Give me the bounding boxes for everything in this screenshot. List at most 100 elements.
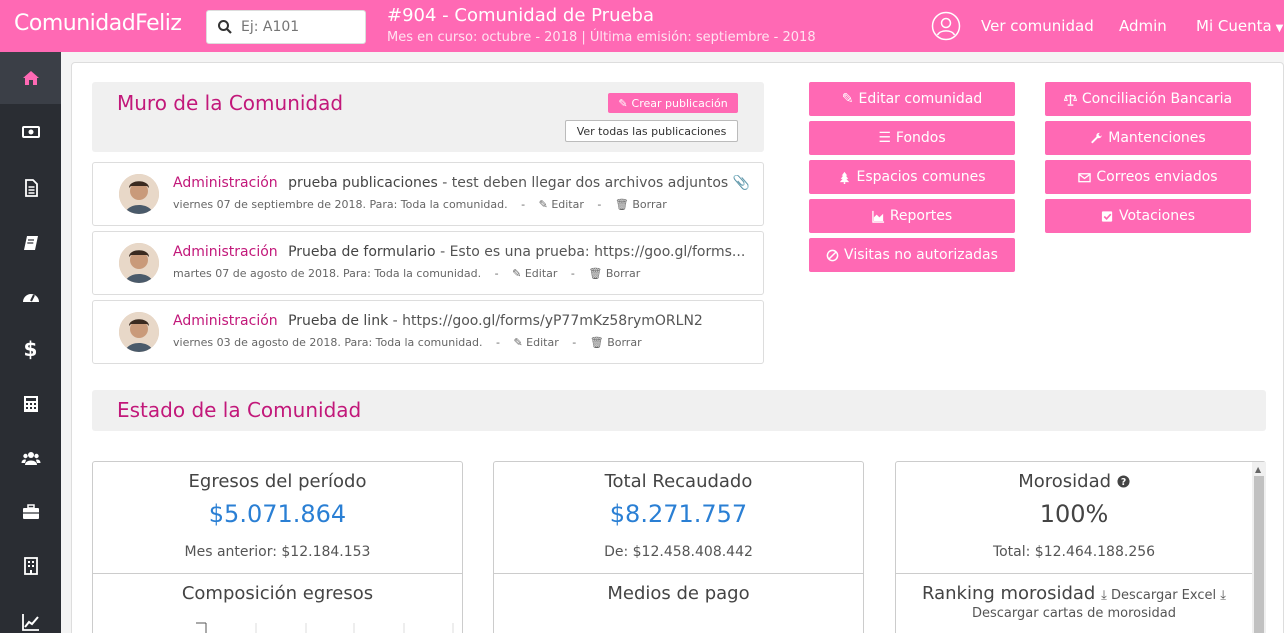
- avatar: [119, 312, 159, 352]
- sidebar-item-book[interactable]: [0, 217, 61, 269]
- reportes-button[interactable]: Reportes: [809, 199, 1015, 233]
- divider: [896, 573, 1252, 574]
- delete-post-label: Borrar: [605, 267, 641, 280]
- post-title[interactable]: Prueba de link: [288, 313, 388, 329]
- post-title[interactable]: prueba publicaciones: [288, 175, 438, 191]
- check-square-icon: [1101, 210, 1113, 222]
- balance-scale-icon: [1063, 93, 1077, 106]
- sidebar-item-money[interactable]: [0, 106, 61, 158]
- nav-ver-comunidad[interactable]: Ver comunidad: [981, 17, 1094, 35]
- mantenciones-button[interactable]: Mantenciones: [1045, 121, 1251, 155]
- espacios-comunes-label: Espacios comunes: [856, 169, 986, 185]
- scrollbar-thumb[interactable]: [1254, 476, 1264, 633]
- fondos-button[interactable]: ☰ Fondos: [809, 121, 1015, 155]
- brand-logo[interactable]: ComunidadFeliz: [14, 11, 182, 36]
- estado-title: Estado de la Comunidad: [117, 398, 362, 422]
- composicion-egresos-label: Composición egresos: [181, 583, 374, 604]
- create-post-button[interactable]: ✎ Crear publicación: [608, 93, 738, 113]
- estado-header: Estado de la Comunidad: [92, 390, 1266, 431]
- ranking-morosidad-label: Ranking morosidad: [921, 583, 1096, 604]
- sidebar-item-stats[interactable]: [0, 596, 61, 633]
- edit-post-label: Editar: [526, 336, 559, 349]
- sidebar-item-dashboard[interactable]: [0, 271, 61, 323]
- post-author[interactable]: Administración: [173, 175, 278, 191]
- morosidad-sub: Total: $12.464.188.256: [992, 544, 1156, 560]
- download-excel-label: Descargar Excel: [1110, 588, 1217, 603]
- sidebar-item-documents[interactable]: [0, 162, 61, 214]
- edit-post-label: Editar: [551, 198, 584, 211]
- visitas-no-autorizadas-button[interactable]: Visitas no autorizadas: [809, 238, 1015, 272]
- list-icon: ☰: [878, 130, 891, 146]
- sidebar-item-home[interactable]: [0, 52, 61, 104]
- edit-post-link[interactable]: ✎ Editar: [539, 198, 584, 211]
- pencil-icon: ✎: [512, 267, 522, 280]
- editar-comunidad-label: Editar comunidad: [858, 91, 983, 107]
- document-icon: [24, 179, 38, 197]
- espacios-comunes-button[interactable]: Espacios comunes: [809, 160, 1015, 194]
- top-bar: ComunidadFeliz #904 - Comunidad de Prueb…: [0, 0, 1284, 52]
- egresos-card: Egresos del período $5.071.864 Mes anter…: [92, 461, 463, 633]
- dashboard-icon: [22, 294, 39, 302]
- community-subtitle: Mes en curso: octubre - 2018 | Última em…: [387, 30, 816, 45]
- sidebar-item-briefcase[interactable]: [0, 486, 61, 538]
- ranking-morosidad-row: Ranking morosidad ⤓ Descargar Excel ⤓: [896, 583, 1252, 604]
- divider: [93, 573, 462, 574]
- edit-post-link[interactable]: ✎ Editar: [513, 336, 558, 349]
- sidebar-item-users[interactable]: [0, 432, 61, 484]
- chart-gridlines: [196, 622, 454, 633]
- delete-post-link[interactable]: 🗑 Borrar: [615, 198, 667, 211]
- post-author[interactable]: Administración: [173, 313, 278, 329]
- votaciones-label: Votaciones: [1118, 208, 1196, 224]
- nav-admin[interactable]: Admin: [1119, 17, 1167, 35]
- post-body: - test deben llegar dos archivos adjunto…: [442, 175, 729, 191]
- envelope-icon: [1078, 172, 1092, 182]
- building-icon: [23, 557, 38, 575]
- post-author[interactable]: Administración: [173, 244, 278, 260]
- search-input[interactable]: [241, 17, 359, 37]
- home-icon: [22, 71, 39, 85]
- question-circle-icon[interactable]: ?: [1117, 475, 1130, 488]
- votaciones-button[interactable]: Votaciones: [1045, 199, 1251, 233]
- editar-comunidad-button[interactable]: ✎ Editar comunidad: [809, 82, 1015, 116]
- briefcase-icon: [22, 504, 39, 519]
- delete-post-label: Borrar: [607, 336, 642, 349]
- conciliacion-bancaria-button[interactable]: Conciliación Bancaria: [1045, 82, 1251, 116]
- search-box[interactable]: [206, 10, 366, 44]
- wall-title: Muro de la Comunidad: [117, 91, 344, 115]
- tree-icon: [840, 171, 850, 184]
- post-body: - Esto es una prueba: https://goo.gl/for…: [440, 244, 746, 260]
- user-avatar-icon[interactable]: [931, 11, 961, 41]
- sidebar-item-calculator[interactable]: [0, 378, 61, 430]
- wall-header: Muro de la Comunidad ✎ Crear publicación…: [92, 82, 764, 152]
- download-cartas-link[interactable]: Descargar cartas de morosidad: [896, 606, 1252, 621]
- fondos-label: Fondos: [895, 130, 946, 146]
- download-excel-link[interactable]: ⤓ Descargar Excel ⤓: [1101, 588, 1226, 603]
- sidebar-item-dollar[interactable]: $: [0, 323, 61, 375]
- correos-enviados-label: Correos enviados: [1096, 169, 1218, 185]
- recaudado-label: Total Recaudado: [604, 471, 753, 492]
- trash-icon: 🗑: [614, 198, 629, 211]
- delete-post-label: Borrar: [632, 198, 667, 211]
- edit-post-label: Editar: [524, 267, 558, 280]
- delete-post-link[interactable]: 🗑 Borrar: [590, 336, 642, 349]
- post-item: Administración Prueba de link - https://…: [92, 300, 764, 364]
- scroll-up-arrow-icon[interactable]: ▲: [1255, 465, 1261, 474]
- mantenciones-label: Mantenciones: [1108, 130, 1206, 146]
- wrench-icon: [1091, 132, 1102, 143]
- pencil-icon: ✎: [841, 91, 854, 107]
- delete-post-link[interactable]: 🗑 Borrar: [588, 267, 640, 280]
- edit-post-link[interactable]: ✎ Editar: [512, 267, 557, 280]
- see-all-posts-button[interactable]: Ver todas las publicaciones: [565, 120, 738, 142]
- svg-text:?: ?: [1121, 477, 1126, 488]
- divider: [494, 573, 863, 574]
- visitas-no-autorizadas-label: Visitas no autorizadas: [844, 247, 998, 263]
- conciliacion-bancaria-label: Conciliación Bancaria: [1081, 91, 1233, 107]
- sidebar-item-building[interactable]: [0, 540, 61, 592]
- line-chart-icon: [21, 614, 39, 631]
- post-title[interactable]: Prueba de formulario: [288, 244, 436, 260]
- post-meta: viernes 07 de septiembre de 2018. Para: …: [173, 198, 508, 211]
- correos-enviados-button[interactable]: Correos enviados: [1045, 160, 1251, 194]
- download-icon: ⤓: [1101, 588, 1107, 603]
- nav-mi-cuenta[interactable]: Mi Cuenta ▼: [1196, 17, 1283, 35]
- post-meta: martes 07 de agosto de 2018. Para: Toda …: [173, 267, 482, 280]
